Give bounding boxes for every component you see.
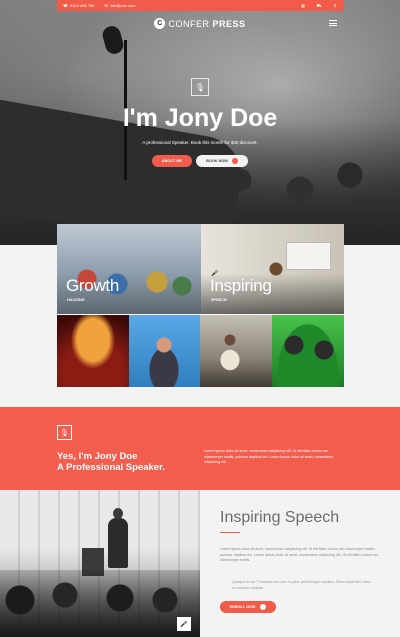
gallery-tile-inspiring[interactable]: 🎤 Inspiring SPEECH [201,224,344,314]
intro-title-line2: A Professional Speaker. [57,462,165,473]
speech-quote: Quisque et dui. Phasellus nec sem in jus… [232,580,372,590]
gallery-tile-growth[interactable]: Growth HACKING [57,224,201,314]
tile-subtitle: SPEECH [211,298,227,302]
grid-icon[interactable]: ▦ [300,3,306,9]
cart-icon[interactable]: ⛟ [316,3,322,9]
phone-icon: ☎ [63,3,68,8]
audience-image [0,570,200,637]
tile-title: Inspiring [210,276,272,295]
tile-subtitle: HACKING [67,298,85,302]
intro-title-line1: Yes, I'm Jony Doe [57,451,138,462]
mail-icon: ✉ [104,3,108,8]
speech-title: Inspiring Speech [220,509,340,526]
enroll-now-label: ENROLL NOW [229,605,256,609]
microphone-badge-icon: 🎙 [191,78,209,96]
gallery-photo-presenter[interactable] [200,315,272,387]
gallery-photo-gamers[interactable] [272,315,344,387]
arrow-circle-icon [260,604,267,610]
intro-text: Lorem ipsum dolor sit amet, consectetur … [204,449,334,464]
hero-title: I'm Jony Doe [122,104,278,132]
gallery-photo-vr-users[interactable] [129,315,200,387]
gallery-grid: Growth HACKING 🎤 Inspiring SPEECH [57,224,344,387]
enroll-now-button[interactable]: ENROLL NOW [220,601,276,613]
logo-mark-icon: C [154,18,166,29]
microphone-icon[interactable]: 🎤 [177,617,191,631]
whiteboard-image [286,242,331,270]
speech-text: Lorem ipsum dolor sit amet, consectetur … [220,547,379,562]
tile-title: Growth [66,276,119,295]
top-bar: ☎ 0123 456 789 ✉ info@cob.com ▦ ⛟ ⚲ [57,0,344,11]
phone-contact[interactable]: ☎ 0123 456 789 [63,3,94,8]
microphone-badge-icon: 🎙 [57,425,72,440]
about-me-button[interactable]: ABOUT ME [152,155,192,167]
logo-text-light: CONFER [168,18,210,29]
intro-band: 🎙 Yes, I'm Jony Doe A Professional Speak… [0,407,400,490]
email-contact[interactable]: ✉ info@cob.com [104,3,135,8]
hamburger-menu-icon[interactable] [329,20,337,26]
hero-subtitle: A professional Speaker. Book this month … [142,140,258,145]
phone-number: 0123 456 789 [69,3,95,8]
book-now-button[interactable]: BOOK NOW [196,155,248,167]
logo-text-bold: PRESS [212,18,246,29]
intro-title: Yes, I'm Jony Doe A Professional Speaker… [57,451,165,473]
speech-photo [0,490,200,637]
email-address: info@cob.com [109,3,136,8]
arrow-circle-icon [231,158,238,164]
title-divider [220,532,240,533]
site-logo[interactable]: C CONFER PRESS [0,18,400,29]
search-icon[interactable]: ⚲ [332,3,338,9]
gallery-photo-theater[interactable] [57,315,129,387]
book-now-label: BOOK NOW [206,159,228,163]
speaker-image [108,508,128,568]
